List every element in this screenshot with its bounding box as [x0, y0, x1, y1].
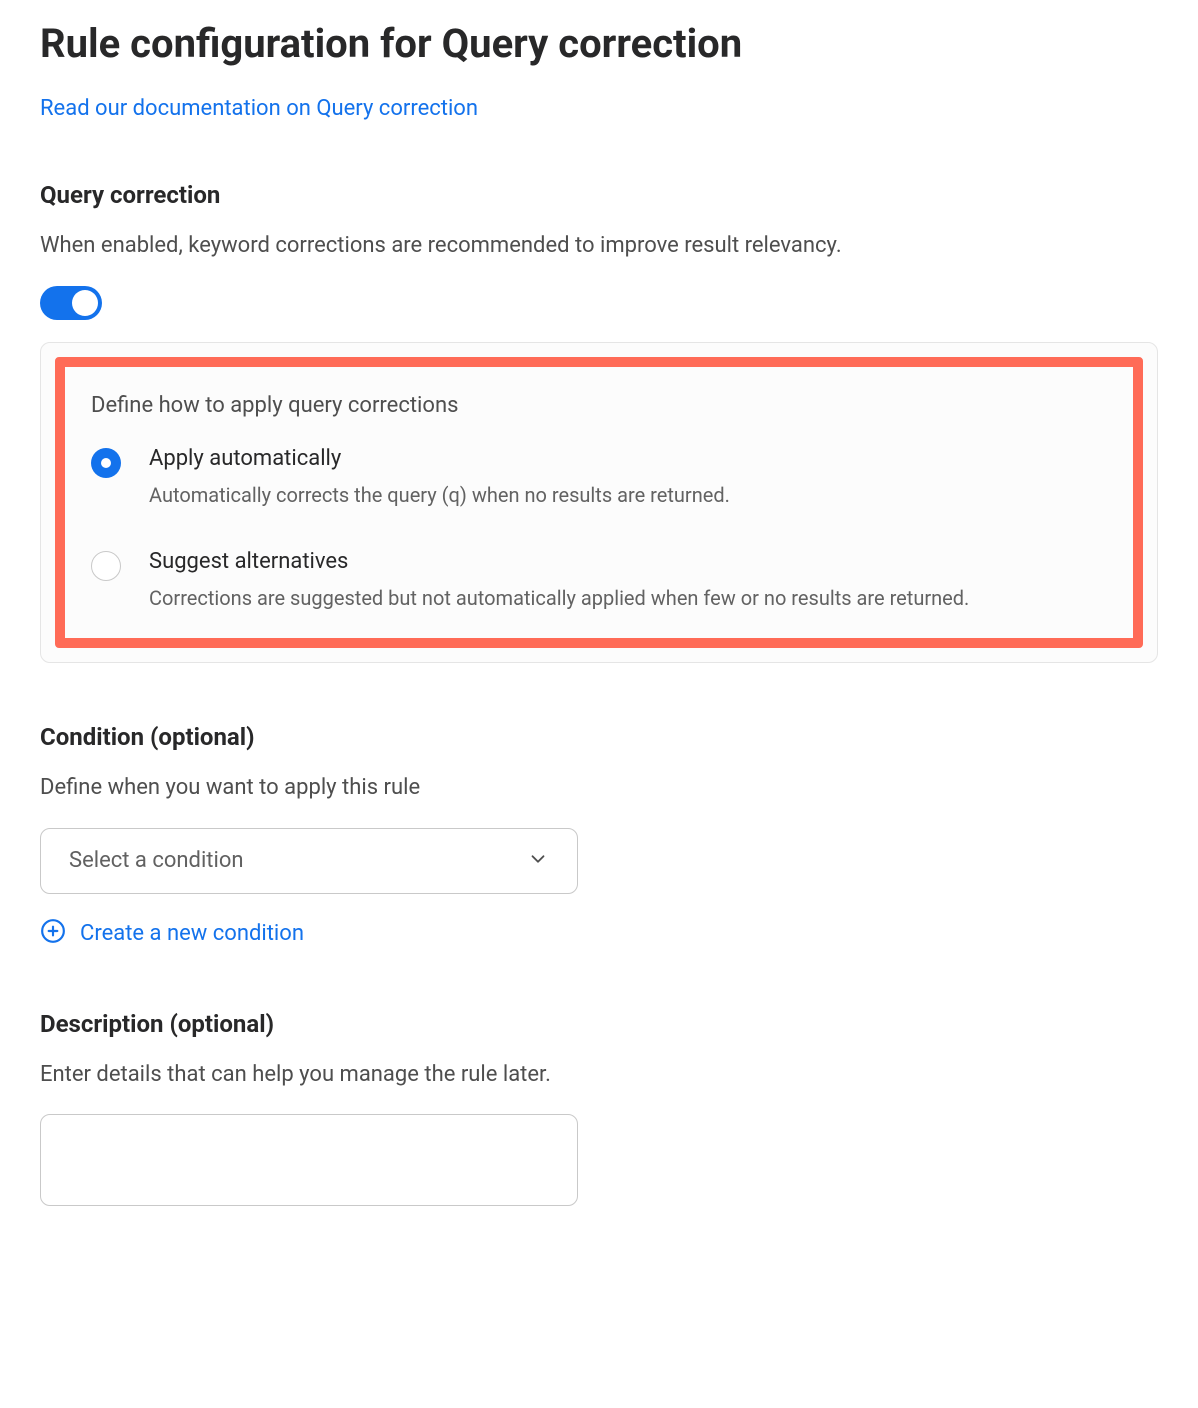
highlight-box: Define how to apply query corrections Ap… [55, 357, 1143, 648]
radio-option-apply-automatically[interactable]: Apply automatically Automatically correc… [91, 446, 1123, 509]
radio-option-suggest-alternatives[interactable]: Suggest alternatives Corrections are sug… [91, 549, 1123, 612]
query-correction-heading: Query correction [40, 181, 1158, 209]
query-correction-section: Query correction When enabled, keyword c… [40, 181, 1158, 663]
define-label: Define how to apply query corrections [91, 393, 1123, 418]
radio-option-title: Apply automatically [149, 446, 1123, 471]
toggle-knob [72, 290, 98, 316]
options-card: Define how to apply query corrections Ap… [40, 342, 1158, 663]
radio-icon-unselected [91, 551, 121, 581]
description-section: Description (optional) Enter details tha… [40, 1010, 1158, 1211]
create-condition-link[interactable]: Create a new condition [40, 918, 304, 950]
plus-circle-icon [40, 918, 66, 950]
description-input[interactable] [40, 1114, 578, 1206]
radio-text-block: Suggest alternatives Corrections are sug… [149, 549, 1123, 612]
chevron-down-icon [527, 848, 549, 874]
radio-text-block: Apply automatically Automatically correc… [149, 446, 1123, 509]
radio-icon-selected [91, 448, 121, 478]
condition-heading: Condition (optional) [40, 723, 1158, 751]
condition-select[interactable]: Select a condition [40, 828, 578, 894]
documentation-link[interactable]: Read our documentation on Query correcti… [40, 96, 478, 121]
radio-option-description: Corrections are suggested but not automa… [149, 584, 1123, 612]
query-correction-toggle[interactable] [40, 286, 102, 320]
description-heading: Description (optional) [40, 1010, 1158, 1038]
condition-section: Condition (optional) Define when you wan… [40, 723, 1158, 950]
page-title: Rule configuration for Query correction [40, 20, 1158, 68]
radio-option-title: Suggest alternatives [149, 549, 1123, 574]
condition-description: Define when you want to apply this rule [40, 773, 1158, 804]
query-correction-description: When enabled, keyword corrections are re… [40, 231, 1158, 262]
radio-option-description: Automatically corrects the query (q) whe… [149, 481, 1123, 509]
condition-select-placeholder: Select a condition [69, 848, 244, 873]
description-section-description: Enter details that can help you manage t… [40, 1060, 1158, 1091]
create-condition-label: Create a new condition [80, 921, 304, 946]
